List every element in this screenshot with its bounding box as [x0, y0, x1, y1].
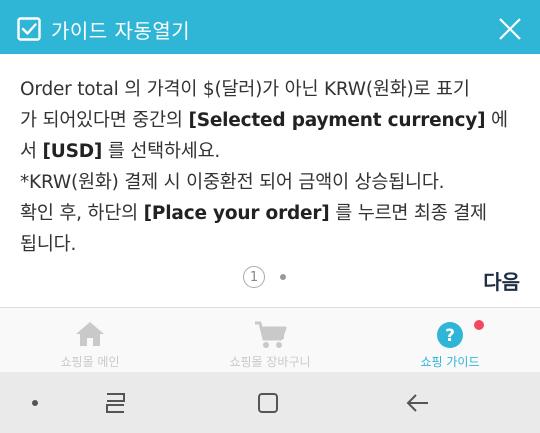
page-indicator-current: 1	[243, 266, 265, 288]
guide-highlight: [Selected payment currency]	[188, 110, 486, 131]
cart-icon	[255, 321, 287, 348]
nav-label-shopping-guide: 쇼핑 가이드	[420, 355, 480, 369]
close-icon[interactable]	[498, 17, 522, 41]
guide-highlight: [USD]	[42, 141, 103, 162]
home-square-icon[interactable]	[250, 372, 286, 433]
nav-label-cart: 쇼핑몰 장바구니	[229, 355, 311, 369]
guide-header: 가이드 자동열기	[0, 0, 540, 54]
nav-item-shop-main[interactable]: 쇼핑몰 메인	[0, 308, 180, 373]
page-indicator-dot[interactable]	[280, 274, 286, 280]
guide-segment: 됩니다.	[20, 234, 77, 255]
guide-line: 됩니다.	[20, 229, 525, 260]
guide-line: 서 [USD] 를 선택하세요.	[20, 136, 525, 167]
guide-segment: 서	[20, 141, 43, 162]
guide-line: 가 되어있다면 중간의 [Selected payment currency] …	[20, 105, 525, 136]
svg-text:?: ?	[445, 326, 455, 346]
home-icon	[76, 322, 104, 346]
notification-badge	[474, 320, 484, 330]
guide-segment: 를 누르면 최종 결제	[329, 203, 487, 224]
nav-item-shopping-guide[interactable]: ? 쇼핑 가이드	[360, 308, 540, 373]
recents-icon[interactable]	[98, 372, 134, 433]
next-button[interactable]: 다음	[483, 266, 520, 295]
guide-popup: 가이드 자동열기 Order total 의 가격이 $(달러)가 아닌 KRW…	[0, 0, 540, 433]
nav-label-shop-main: 쇼핑몰 메인	[60, 355, 120, 369]
guide-line: 확인 후, 하단의 [Place your order] 를 누르면 최종 결제	[20, 198, 525, 229]
guide-line: Order total 의 가격이 $(달러)가 아닌 KRW(원화)로 표기	[20, 74, 525, 105]
guide-segment: 확인 후, 하단의	[20, 203, 144, 224]
guide-highlight: [Place your order]	[143, 203, 330, 224]
auto-open-guide-label[interactable]: 가이드 자동열기	[51, 15, 190, 44]
guide-segment: 를 선택하세요.	[102, 141, 221, 162]
guide-segment: 가 되어있다면 중간의	[20, 110, 189, 131]
page-indicator: 1	[243, 266, 286, 288]
dot-icon[interactable]	[20, 372, 50, 433]
checkbox-checked-icon[interactable]	[17, 17, 41, 41]
guide-segment: Order total 의 가격이 $(달러)가 아닌 KRW(원화)로 표기	[20, 79, 470, 100]
system-navigation-bar	[0, 372, 540, 433]
guide-text: Order total 의 가격이 $(달러)가 아닌 KRW(원화)로 표기가…	[20, 74, 525, 260]
guide-segment: *KRW(원화) 결제 시 이중환전 되어 금액이 상승됩니다.	[20, 172, 445, 193]
guide-line: *KRW(원화) 결제 시 이중환전 되어 금액이 상승됩니다.	[20, 167, 525, 198]
guide-segment: 에	[485, 110, 508, 131]
bottom-nav: 쇼핑몰 메인 쇼핑몰 장바구니 ? 쇼핑 가이드	[0, 307, 540, 372]
back-arrow-icon[interactable]	[400, 372, 436, 433]
nav-item-cart[interactable]: 쇼핑몰 장바구니	[180, 308, 360, 373]
help-icon: ?	[437, 322, 463, 348]
